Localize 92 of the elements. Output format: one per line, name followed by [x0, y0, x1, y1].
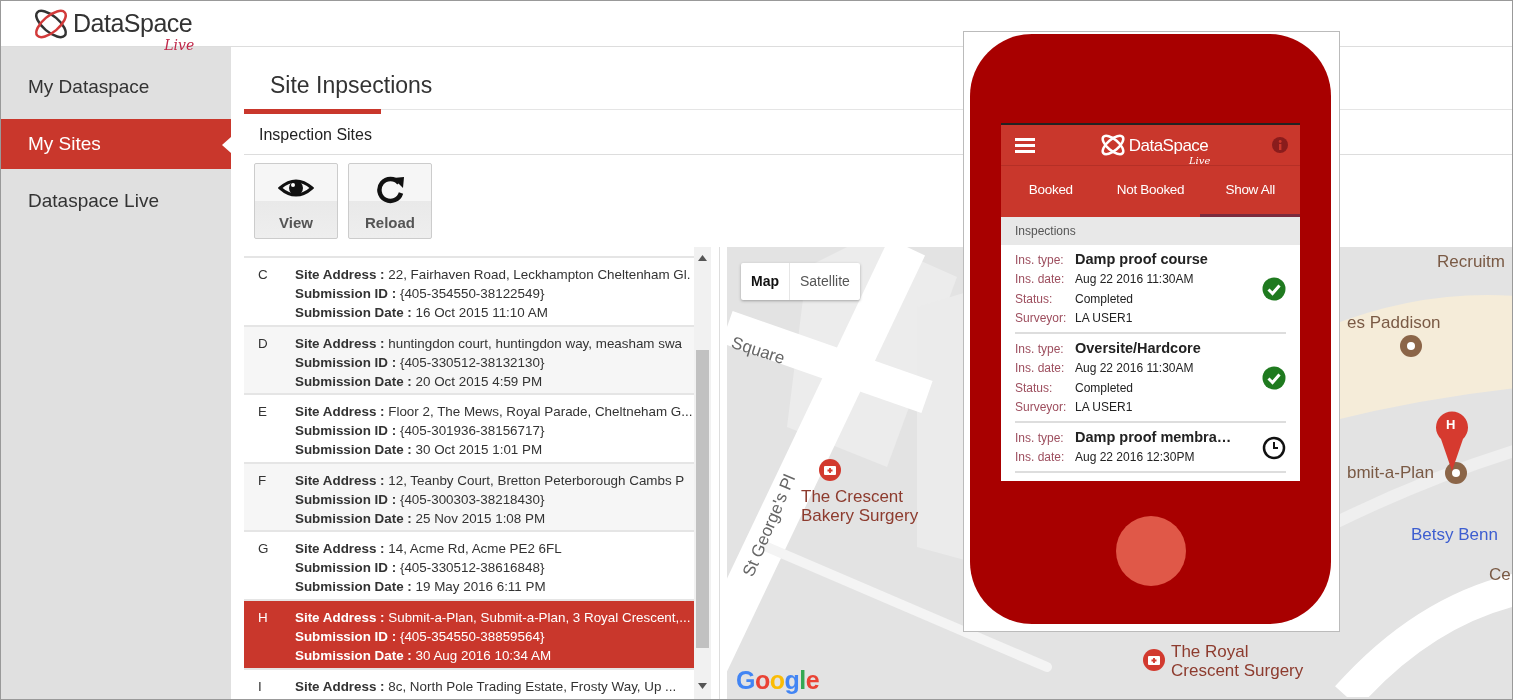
site-detail: Submission ID : {405-354550-38859564} — [295, 627, 546, 646]
field-label: Ins. date: — [1015, 449, 1066, 467]
field-label: Ins. type: — [1015, 340, 1065, 358]
logo-text: DataSpace — [73, 11, 193, 36]
site-detail: Submission ID : {405-330512-38616848} — [295, 559, 546, 578]
logo-subtitle: Live — [1188, 154, 1211, 168]
site-detail: Submission Date : 20 Oct 2015 4:59 PM — [295, 372, 544, 391]
place-icon — [1399, 334, 1423, 358]
clock-icon — [1262, 435, 1286, 460]
sidebar-item[interactable]: My Dataspace — [1, 62, 231, 112]
site-detail: Site Address : Floor 2, The Mews, Royal Parade, Cheltneham G... — [295, 403, 693, 422]
field-label: Surveyor: — [1015, 310, 1068, 328]
site-row[interactable]: F Site Address : 12, Teanby Court, Bretton Peterborough Cambs P Submission ID : {405-300303-38218430} Submission Date : 25 Nov 2015 1:08 PM — [244, 463, 694, 533]
map-label: Recruitm — [1437, 252, 1505, 271]
scroll-down-icon — [698, 683, 707, 689]
info-icon — [1272, 137, 1288, 153]
site-detail: Site Address : huntingdon court, huntingdon way, measham swa — [295, 334, 683, 353]
map-label: bmit-a-Plan — [1347, 463, 1434, 482]
field-value: Aug 22 2016 11:30AM — [1075, 271, 1194, 289]
marker-label: H — [1446, 418, 1456, 432]
scrollbar[interactable] — [694, 247, 711, 699]
site-letter: G — [257, 540, 270, 559]
field-label: Ins. type: — [1015, 251, 1065, 269]
map-label: Betsy Benn — [1411, 525, 1498, 544]
map-type-tab[interactable]: Map — [741, 263, 789, 300]
page-title: Site Inpsections — [270, 70, 433, 100]
sidebar-item[interactable]: My Sites — [1, 119, 231, 169]
site-detail: Site Address : 22, Fairhaven Road, Leckhampton Cheltenham Gl. — [295, 266, 691, 284]
scroll-up-icon — [698, 255, 707, 261]
site-detail: Site Address : 12, Teanby Court, Bretton Peterborough Cambs P — [295, 471, 685, 490]
sidebar-item[interactable]: Dataspace Live — [1, 176, 231, 226]
section-header: Inspections — [1001, 217, 1300, 245]
site-detail: Site Address : 14, Acme Rd, Acme PE2 6FL — [295, 540, 562, 559]
map-pin-icon — [1436, 411, 1468, 471]
field-label: Surveyor: — [1015, 399, 1068, 417]
view-button[interactable]: View — [254, 163, 338, 239]
site-detail: Submission Date : 16 Oct 2015 11:10 AM — [295, 304, 549, 322]
site-letter: H — [257, 608, 269, 627]
site-letter: I — [257, 677, 263, 696]
site-detail: Site Address : 8c, North Pole Trading Estate, Frosty Way, Up ... — [295, 677, 677, 696]
medical-icon — [1143, 649, 1165, 671]
site-detail: Submission ID : {405-354550-38122549} — [295, 285, 546, 303]
site-row[interactable]: H Site Address : Submit-a-Plan, Submit-a-Plan, 3 Royal Crescent,... Submission ID : {405-354550-38859564} Submission Date : 30 Aug 2016 10:34 AM — [244, 600, 694, 670]
site-detail: Submission ID : {405-301936-38156717} — [295, 422, 546, 441]
map-type-tab[interactable]: Satellite — [789, 263, 860, 300]
map-label: es Paddison — [1347, 313, 1441, 332]
reload-icon — [374, 174, 406, 204]
logo-text: DataSpace — [1128, 136, 1209, 154]
reload-button[interactable]: Reload — [348, 163, 432, 239]
site-letter: E — [257, 403, 268, 422]
site-detail: Submission Date : 25 Nov 2015 1:08 PM — [295, 509, 547, 528]
field-label: Status: — [1015, 379, 1054, 397]
field-value: Completed — [1075, 290, 1134, 308]
place-icon — [1444, 461, 1468, 485]
field-value: Aug 22 2016 11:30AM — [1075, 360, 1194, 378]
logo-subtitle: Live — [164, 36, 195, 55]
inspection-item[interactable]: Ins. type: Damp proof course Ins. date: Aug 22 2016 11:30AM Status: Completed Surveyor: LA USER1 — [1015, 245, 1286, 334]
medical-icon — [819, 459, 841, 481]
site-letter: F — [257, 471, 268, 490]
inspection-item[interactable]: Ins. type: Oversite/Hardcore Ins. date: Aug 22 2016 11:30AM Status: Completed Surveyor: LA USER1 — [1015, 334, 1286, 423]
site-letter: D — [257, 334, 269, 353]
site-detail: Submission Date : 30 Aug 2016 10:34 AM — [295, 646, 553, 665]
site-detail: Submission Date : 19 May 2016 6:11 PM — [295, 578, 547, 597]
filter-tab[interactable]: Not Booked — [1100, 166, 1201, 217]
map-label: The Crescent Bakery Surgery — [801, 487, 919, 525]
field-label: Ins. type: — [1015, 429, 1065, 447]
menu-icon — [1015, 137, 1035, 153]
field-value: Completed — [1075, 379, 1134, 397]
site-row[interactable]: D Site Address : huntingdon court, huntingdon way, measham swa Submission ID : {405-330512-38132130} Submission Date : 20 Oct 2015 4:59 PM — [244, 326, 694, 396]
filter-tab[interactable]: Booked — [1001, 166, 1101, 217]
map-label: Square — [729, 333, 788, 368]
site-detail: Site Address : Submit-a-Plan, Submit-a-Plan, 3 Royal Crescent,... — [295, 608, 691, 627]
scrollbar-thumb[interactable] — [696, 350, 709, 648]
field-label: Status: — [1015, 290, 1054, 308]
field-value: Oversite/Hardcore — [1075, 338, 1201, 358]
map-label: Ce — [1489, 565, 1511, 584]
site-detail: Submission ID : {405-300303-38218430} — [295, 490, 546, 509]
field-value: Damp proof course — [1075, 249, 1208, 269]
field-value: Aug 22 2016 12:30PM — [1075, 449, 1195, 467]
google-logo: Google — [736, 665, 820, 696]
field-value: LA USER1 — [1075, 399, 1133, 417]
map-label: The Royal Crescent Surgery — [1171, 642, 1304, 680]
check-icon — [1262, 277, 1286, 301]
site-detail: Submission ID : {405-330512-38132130} — [295, 353, 546, 372]
field-value: Damp proof membra… — [1075, 427, 1232, 447]
check-icon — [1262, 366, 1286, 390]
field-label: Ins. date: — [1015, 271, 1066, 289]
inspection-item[interactable]: Ins. type: Damp proof membra… Ins. date: Aug 22 2016 12:30PM — [1015, 423, 1286, 473]
site-letter: C — [257, 266, 269, 284]
field-value: LA USER1 — [1075, 310, 1133, 328]
field-label: Ins. date: — [1015, 360, 1066, 378]
site-detail: Submission Date : 30 Oct 2015 1:01 PM — [295, 441, 544, 460]
